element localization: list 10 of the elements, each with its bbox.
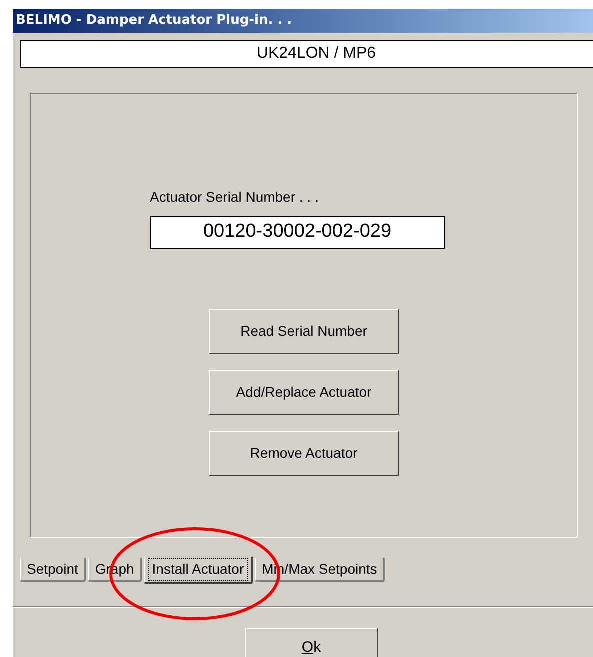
serial-number-field: 00120-30002-002-029 xyxy=(150,216,445,249)
model-display: UK24LON / MP6 xyxy=(20,40,593,68)
ok-button[interactable]: Ok xyxy=(245,628,378,657)
tab[interactable]: Setpoint xyxy=(20,558,86,582)
action-button[interactable]: Add/Replace Actuator xyxy=(209,370,399,415)
action-button[interactable]: Read Serial Number xyxy=(209,309,399,354)
window-title: BELIMO - Damper Actuator Plug-in. . . xyxy=(16,12,292,30)
action-button[interactable]: Remove Actuator xyxy=(209,431,399,476)
tab[interactable]: Install Actuator xyxy=(144,557,254,584)
serial-number-label: Actuator Serial Number . . . xyxy=(150,189,319,205)
